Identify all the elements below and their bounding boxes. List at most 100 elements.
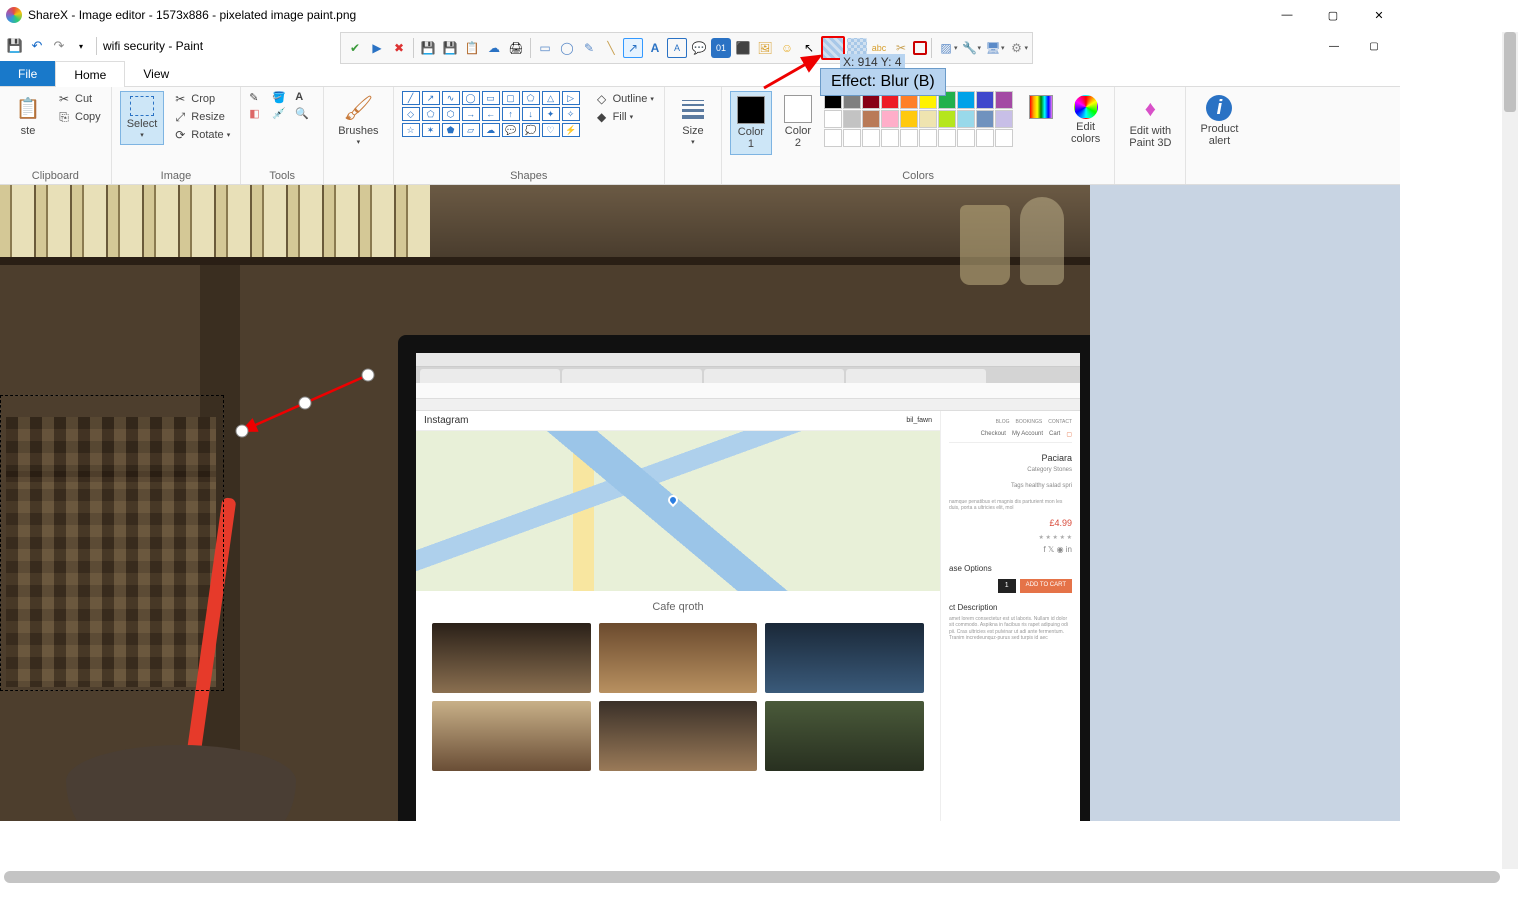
color2-button[interactable]: Color 2: [778, 91, 818, 153]
color-swatch[interactable]: [957, 129, 975, 147]
color-swatch[interactable]: [938, 110, 956, 128]
clipboard-icon[interactable]: 📋: [462, 38, 482, 58]
color-swatch[interactable]: [862, 129, 880, 147]
scrollbar-thumb[interactable]: [1504, 32, 1516, 112]
gear-icon[interactable]: ⚙: [1007, 38, 1027, 58]
color-swatch[interactable]: [862, 110, 880, 128]
color-swatch[interactable]: [976, 129, 994, 147]
vertical-scrollbar[interactable]: [1502, 32, 1518, 869]
continue-icon[interactable]: ▶: [367, 38, 387, 58]
canvas-image[interactable]: Instagram bil_fawn Cafe qroth: [0, 185, 1090, 821]
zoom-icon[interactable]: 🔍: [295, 107, 315, 120]
color-swatch[interactable]: [824, 129, 842, 147]
product-price: £4.99: [949, 518, 1072, 528]
ellipse-tool-icon[interactable]: ◯: [557, 38, 577, 58]
magnify-tool-icon[interactable]: ⬛: [733, 38, 753, 58]
product-alert-button[interactable]: i Product alert: [1194, 91, 1244, 151]
undo-tool-icon[interactable]: ▨: [936, 38, 956, 58]
color-swatch[interactable]: [919, 110, 937, 128]
arrow-tool-icon[interactable]: ↗: [623, 38, 643, 58]
color-swatch[interactable]: [824, 110, 842, 128]
apply-icon[interactable]: ✔: [345, 38, 365, 58]
tab-home[interactable]: Home: [55, 61, 125, 87]
product-title: Paciara: [949, 453, 1072, 463]
save-icon[interactable]: 💾: [418, 38, 438, 58]
color-spectrum-button[interactable]: [1023, 91, 1059, 123]
tab-file[interactable]: File: [0, 61, 55, 86]
maximize-button[interactable]: ▢: [1310, 0, 1356, 30]
color-swatch[interactable]: [976, 110, 994, 128]
color-swatch[interactable]: [881, 110, 899, 128]
resize-icon: ⤢: [172, 110, 188, 124]
color-swatch[interactable]: [938, 129, 956, 147]
speech-tool-icon[interactable]: 💬: [689, 38, 709, 58]
crop-button[interactable]: ✂Crop: [170, 91, 232, 107]
color-swatch[interactable]: [900, 110, 918, 128]
paint-maximize-button[interactable]: ▢: [1354, 32, 1394, 60]
color-swatch[interactable]: [995, 110, 1013, 128]
tab-view[interactable]: View: [125, 61, 187, 86]
rotate-button[interactable]: ⟳Rotate▾: [170, 127, 232, 143]
annotation-arrow[interactable]: [228, 367, 388, 452]
text-icon[interactable]: A: [295, 91, 315, 104]
color-swatch[interactable]: [919, 129, 937, 147]
brushes-button[interactable]: 🖌 Brushes ▾: [332, 91, 384, 151]
color-swatch[interactable]: [957, 91, 975, 109]
cutout-tool-icon[interactable]: [913, 41, 927, 55]
text-tool-icon[interactable]: A: [645, 38, 665, 58]
spectrum-icon: [1029, 95, 1053, 119]
eraser-icon[interactable]: ◧: [249, 107, 269, 120]
wrench-icon[interactable]: 🔧: [960, 38, 980, 58]
instagram-gallery: [416, 623, 940, 771]
select-button[interactable]: Select ▾: [120, 91, 165, 145]
undo-icon[interactable]: ↶: [28, 37, 46, 55]
photo-bottles: [0, 185, 430, 257]
paint-minimize-button[interactable]: —: [1314, 32, 1354, 60]
selection-marquee[interactable]: [0, 395, 224, 691]
close-button[interactable]: ✕: [1356, 0, 1402, 30]
shapes-gallery[interactable]: ╱↗∿◯▭▢⬠△▷ ◇⬠⬡→←↑↓✦✧ ☆✶⬟▱☁💬💭♡⚡: [402, 91, 580, 137]
shape-fill-button[interactable]: ◆Fill▾: [592, 109, 656, 125]
color-swatch[interactable]: [900, 129, 918, 147]
rect-tool-icon[interactable]: ▭: [535, 38, 555, 58]
print-icon[interactable]: 🖨: [506, 38, 526, 58]
step-tool-icon[interactable]: 01: [711, 38, 731, 58]
save-icon[interactable]: 💾: [6, 37, 24, 55]
paint3d-button[interactable]: ♦ Edit with Paint 3D: [1123, 91, 1177, 153]
color-swatch[interactable]: [843, 129, 861, 147]
line-tool-icon[interactable]: ╲: [601, 38, 621, 58]
edit-colors-button[interactable]: Edit colors: [1065, 91, 1106, 149]
redo-icon[interactable]: ↷: [50, 37, 68, 55]
monitor-icon[interactable]: 🖥: [983, 38, 1003, 58]
color-swatch[interactable]: [957, 110, 975, 128]
color-swatch[interactable]: [995, 129, 1013, 147]
color-swatch[interactable]: [976, 91, 994, 109]
paste-button[interactable]: 📋 ste: [8, 91, 48, 141]
cut-button[interactable]: ✂Cut: [54, 91, 103, 107]
color-swatch[interactable]: [843, 110, 861, 128]
saveas-icon[interactable]: 💾: [440, 38, 460, 58]
paste-icon: 📋: [14, 95, 42, 123]
shape-outline-button[interactable]: ◇Outline▾: [592, 91, 656, 107]
qty-input: 1: [998, 579, 1016, 593]
textbox-tool-icon[interactable]: A: [667, 38, 687, 58]
color1-button[interactable]: Color 1: [730, 91, 772, 155]
resize-button[interactable]: ⤢Resize: [170, 109, 232, 125]
size-button[interactable]: Size ▾: [673, 91, 713, 151]
shop-pane: BLOG BOOKINGS CONTACT Checkout My Accoun…: [940, 411, 1080, 821]
horizontal-scrollbar[interactable]: [4, 871, 1500, 883]
color-swatch[interactable]: [881, 129, 899, 147]
color-swatch[interactable]: [995, 91, 1013, 109]
gallery-photo: [765, 701, 924, 771]
copy-button[interactable]: ⎘Copy: [54, 109, 103, 125]
fill-icon[interactable]: 🪣: [272, 91, 292, 104]
upload-icon[interactable]: ☁: [484, 38, 504, 58]
pencil-icon[interactable]: ✎: [249, 91, 269, 104]
freehand-tool-icon[interactable]: ✎: [579, 38, 599, 58]
add-to-cart-button: ADD TO CART: [1020, 579, 1072, 593]
qat-dropdown-icon[interactable]: ▾: [72, 37, 90, 55]
cancel-icon[interactable]: ✖: [389, 38, 409, 58]
minimize-button[interactable]: —: [1264, 0, 1310, 30]
rotate-icon: ⟳: [172, 128, 188, 142]
picker-icon[interactable]: 💉: [272, 107, 292, 120]
